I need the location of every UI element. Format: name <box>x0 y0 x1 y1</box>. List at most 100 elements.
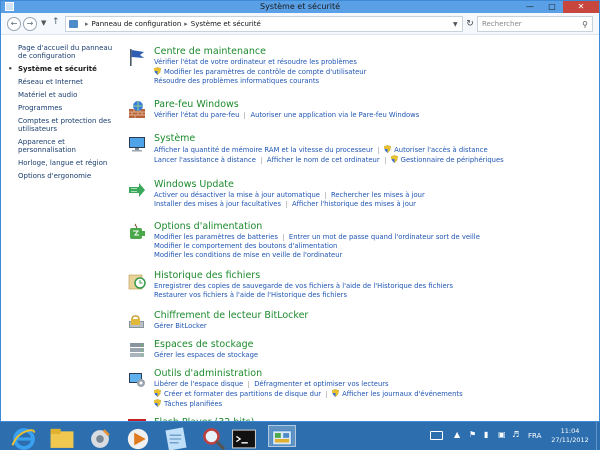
task-link-verifier-l-etat-du-pare-feu[interactable]: Vérifier l'état du pare-feu <box>154 111 239 120</box>
sidebar-item-appearance[interactable]: Apparence et personnalisation <box>18 138 118 154</box>
address-field[interactable]: ▸ Panneau de configuration ▸ Système et séc… <box>65 16 463 32</box>
sidebar-item-programs[interactable]: Programmes <box>18 104 118 112</box>
window-title: Système et sécurité <box>259 2 341 11</box>
minimize-button[interactable]: — <box>519 1 541 13</box>
search-icon[interactable]: ⚲ <box>582 18 588 32</box>
task-link-afficher-les-journaux-d-evenements[interactable]: Afficher les journaux d'événements <box>342 390 463 399</box>
uac-shield-icon <box>154 67 164 76</box>
taskbar-media-icon[interactable] <box>124 425 152 450</box>
task-link-resoudre-des-problemes-informatiques-cou[interactable]: Résoudre des problèmes informatiques cou… <box>154 77 319 86</box>
task-link-entrer-un-mot-de-passe-quand-l-ordinateu[interactable]: Entrer un mot de passe quand l'ordinateu… <box>289 233 480 242</box>
title-bar[interactable]: Système et sécurité — □ ✕ <box>1 1 599 13</box>
taskbar-search-tool-icon[interactable] <box>200 425 228 450</box>
sidebar-item-hardware[interactable]: Matériel et audio <box>18 91 118 99</box>
task-link-modifier-les-parametres-de-batteries[interactable]: Modifier les paramètres de batteries <box>154 233 278 242</box>
category-title[interactable]: Outils d'administration <box>154 368 597 380</box>
close-button[interactable]: ✕ <box>563 1 599 13</box>
sidebar-item-home[interactable]: Page d'accueil du panneau de configurati… <box>18 44 118 60</box>
task-link-rechercher-les-mises-a-jour[interactable]: Rechercher les mises à jour <box>331 191 425 200</box>
task-link-liberer-de-l-espace-disque[interactable]: Libérer de l'espace disque <box>154 380 243 389</box>
link-divider <box>326 390 328 398</box>
task-link-gerer-bitlocker[interactable]: Gérer BitLocker <box>154 322 207 331</box>
show-desktop-button[interactable] <box>596 422 600 450</box>
refresh-icon[interactable]: ↻ <box>463 16 477 32</box>
link-divider <box>384 156 386 164</box>
show-hidden-icons-icon[interactable]: ▲ <box>454 430 460 439</box>
link-row: Modifier les paramètres de contrôle de c… <box>154 67 597 77</box>
category-pare-feu-windows: Pare-feu Windows Vérifier l'état du pare-… <box>127 99 597 120</box>
taskbar-control-panel-icon[interactable] <box>268 425 296 447</box>
task-link-lancer-l-assistance-a-distance[interactable]: Lancer l'assistance à distance <box>154 156 256 165</box>
task-link-afficher-la-quantite-de-memoire-ram-et-l[interactable]: Afficher la quantité de mémoire RAM et l… <box>154 146 373 155</box>
link-divider <box>244 111 246 119</box>
task-link-taches-planifiees[interactable]: Tâches planifiées <box>164 400 222 409</box>
taskbar-explorer-icon[interactable] <box>48 425 76 448</box>
category-centre-de-maintenance: Centre de maintenance Vérifier l'état de … <box>127 46 597 86</box>
firewall-icon[interactable] <box>127 100 147 120</box>
windows-update-icon[interactable] <box>127 180 147 200</box>
task-link-installer-des-mises-a-jour-facultatives[interactable]: Installer des mises à jour facultatives <box>154 200 281 209</box>
category-title[interactable]: Windows Update <box>154 179 597 191</box>
task-link-verifier-l-etat-de-votre-ordinateur-et-r[interactable]: Vérifier l'état de votre ordinateur et r… <box>154 58 357 67</box>
task-link-autoriser-une-application-via-le-pare-fe[interactable]: Autoriser une application via le Pare-fe… <box>250 111 419 120</box>
taskbar-ie-icon[interactable] <box>10 425 38 450</box>
keyboard-icon[interactable] <box>430 431 443 440</box>
link-row: Vérifier l'état de votre ordinateur et r… <box>154 58 597 67</box>
task-link-modifier-le-comportement-des-boutons-d-a[interactable]: Modifier le comportement des boutons d'a… <box>154 242 337 251</box>
volume-icon[interactable]: ♬ <box>512 430 519 439</box>
category-espaces-de-stockage: Espaces de stockage Gérer les espaces de … <box>127 339 597 360</box>
taskbar-settings-icon[interactable] <box>86 425 114 448</box>
category-title[interactable]: Options d'alimentation <box>154 221 597 233</box>
taskbar-notes-icon[interactable] <box>162 425 190 450</box>
power-icon[interactable]: ▮ <box>484 430 488 439</box>
task-link-modifier-les-parametres-de-controle-de-c[interactable]: Modifier les paramètres de contrôle de c… <box>164 68 366 77</box>
category-title[interactable]: Centre de maintenance <box>154 46 597 58</box>
task-link-afficher-l-historique-des-mises-a-jour[interactable]: Afficher l'historique des mises à jour <box>292 200 416 209</box>
task-link-autoriser-l-acces-a-distance[interactable]: Autoriser l'accès à distance <box>394 146 488 155</box>
sidebar-item-system-security: Système et sécurité <box>8 65 118 73</box>
task-link-enregistrer-des-copies-de-sauvegarde-de-[interactable]: Enregistrer des copies de sauvegarde de … <box>154 282 453 291</box>
forward-button[interactable]: → <box>23 17 37 31</box>
sidebar-item-clock[interactable]: Horloge, langue et région <box>18 159 118 167</box>
flag-icon[interactable] <box>127 47 147 67</box>
storage-icon[interactable] <box>127 340 147 360</box>
category-title[interactable]: Historique des fichiers <box>154 270 597 282</box>
back-button[interactable]: ← <box>7 17 21 31</box>
recent-pages-icon[interactable]: ▼ <box>41 19 46 27</box>
sidebar-item-accounts[interactable]: Comptes et protection des utilisateurs <box>18 117 118 133</box>
search-input[interactable]: Rechercher ⚲ <box>477 16 593 32</box>
sidebar-item-ergonomics[interactable]: Options d'ergonomie <box>18 172 118 180</box>
category-title[interactable]: Système <box>154 133 597 145</box>
network-icon[interactable]: ▣ <box>498 430 506 439</box>
breadcrumb-current[interactable]: Système et sécurité <box>191 20 261 28</box>
task-link-gestionnaire-de-peripheriques[interactable]: Gestionnaire de périphériques <box>401 156 504 165</box>
link-row: Modifier les conditions de mise en veill… <box>154 251 597 260</box>
category-title[interactable]: Chiffrement de lecteur BitLocker <box>154 310 597 322</box>
category-title[interactable]: Pare-feu Windows <box>154 99 597 111</box>
link-row: Gérer BitLocker <box>154 322 597 331</box>
task-link-defragmenter-et-optimiser-vos-lecteurs[interactable]: Défragmenter et optimiser vos lecteurs <box>254 380 388 389</box>
task-link-afficher-le-nom-de-cet-ordinateur[interactable]: Afficher le nom de cet ordinateur <box>267 156 380 165</box>
admin-tools-icon[interactable] <box>127 369 147 389</box>
file-history-icon[interactable] <box>127 271 147 291</box>
task-link-restaurer-vos-fichiers-a-l-aide-de-l-his[interactable]: Restaurer vos fichiers à l'aide de l'His… <box>154 291 347 300</box>
category-title[interactable]: Espaces de stockage <box>154 339 597 351</box>
language-indicator[interactable]: FRA <box>528 432 541 440</box>
breadcrumb-root[interactable]: Panneau de configuration <box>92 20 182 28</box>
task-link-modifier-les-conditions-de-mise-en-veill[interactable]: Modifier les conditions de mise en veill… <box>154 251 342 260</box>
sidebar: Page d'accueil du panneau de configurati… <box>8 44 118 185</box>
up-button[interactable]: ↑ <box>52 17 60 27</box>
task-link-activer-ou-desactiver-la-mise-a-jour-aut[interactable]: Activer ou désactiver la mise à jour aut… <box>154 191 320 200</box>
bitlocker-icon[interactable] <box>127 311 147 331</box>
taskbar-cmd-icon[interactable] <box>230 425 258 449</box>
link-divider <box>282 233 284 241</box>
flag-icon[interactable]: ⚑ <box>469 430 476 439</box>
computer-icon[interactable] <box>127 134 147 154</box>
clock[interactable]: 11:04 27/11/2012 <box>549 427 591 445</box>
power-icon[interactable] <box>127 222 147 242</box>
task-link-creer-et-formater-des-partitions-de-disq[interactable]: Créer et formater des partitions de disq… <box>164 390 321 399</box>
address-dropdown-icon[interactable]: ▼ <box>453 21 458 28</box>
maximize-button[interactable]: □ <box>541 1 563 13</box>
task-link-gerer-les-espaces-de-stockage[interactable]: Gérer les espaces de stockage <box>154 351 258 360</box>
sidebar-item-network[interactable]: Réseau et Internet <box>18 78 118 86</box>
